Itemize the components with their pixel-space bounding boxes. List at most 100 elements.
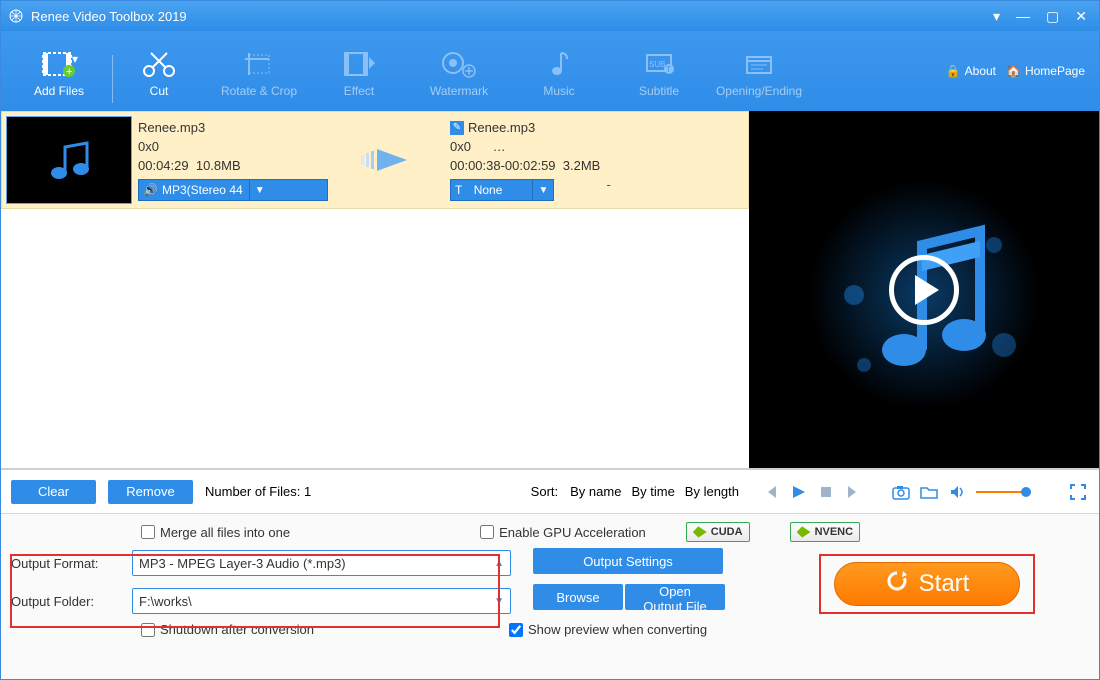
show-preview-checkbox[interactable]: Show preview when converting <box>509 622 707 637</box>
output-settings-button[interactable]: Output Settings <box>533 548 723 574</box>
subtitle-button[interactable]: SUBT Subtitle <box>609 33 709 109</box>
watermark-label: Watermark <box>430 84 488 98</box>
text-icon: T <box>455 183 462 197</box>
subtitle-icon: SUBT <box>639 44 679 84</box>
chevron-down-icon: ▼ <box>533 185 553 196</box>
music-thumb-icon <box>7 117 131 203</box>
audio-format-value: MP3(Stereo 44 <box>162 183 243 197</box>
volume-slider[interactable] <box>976 491 1031 493</box>
add-files-button[interactable]: ▾+ Add Files <box>9 33 109 109</box>
effect-label: Effect <box>344 84 374 98</box>
opening-ending-label: Opening/Ending <box>716 84 802 98</box>
subtitle-select[interactable]: T None ▼ <box>450 179 554 201</box>
fullscreen-button[interactable] <box>1069 484 1087 500</box>
effect-button[interactable]: Effect <box>309 33 409 109</box>
close-button[interactable]: ✕ <box>1075 8 1087 25</box>
audio-format-select[interactable]: 🔊 MP3(Stereo 44 ▼ <box>138 179 328 201</box>
src-filename: Renee.mp3 <box>138 120 328 135</box>
gpu-checkbox[interactable]: Enable GPU Acceleration <box>480 525 646 540</box>
start-button[interactable]: Start <box>834 562 1020 606</box>
music-note-icon <box>539 44 579 84</box>
titlebar: Renee Video Toolbox 2019 ▾ — ▢ ✕ <box>1 1 1099 31</box>
nvidia-icon <box>693 525 707 539</box>
homepage-label: HomePage <box>1025 64 1085 78</box>
crop-icon <box>239 44 279 84</box>
svg-text:SUB: SUB <box>649 60 665 69</box>
nvidia-icon <box>797 525 811 539</box>
minimize-button[interactable]: — <box>1016 8 1030 25</box>
open-output-file-button[interactable]: Open Output File <box>625 584 725 610</box>
sort-label: Sort: <box>531 484 558 499</box>
about-link[interactable]: 🔒 About <box>946 64 996 78</box>
output-panel: Merge all files into one Enable GPU Acce… <box>1 513 1099 679</box>
play-button[interactable] <box>789 484 807 500</box>
about-label: About <box>965 64 996 78</box>
output-folder-select[interactable]: F:\works\ ▼ <box>132 588 511 614</box>
cut-button[interactable]: Cut <box>109 33 209 109</box>
app-title: Renee Video Toolbox 2019 <box>31 9 993 24</box>
output-format-value: MP3 - MPEG Layer-3 Audio (*.mp3) <box>139 556 346 571</box>
app-logo-icon <box>7 7 25 25</box>
music-button[interactable]: Music <box>509 33 609 109</box>
maximize-button[interactable]: ▢ <box>1046 8 1059 25</box>
rotate-crop-button[interactable]: Rotate & Crop <box>209 33 309 109</box>
src-dimensions: 0x0 <box>138 139 328 154</box>
start-label: Start <box>919 570 970 598</box>
subtitle-value: None <box>474 183 503 197</box>
lock-icon: 🔒 <box>946 64 961 78</box>
music-label: Music <box>543 84 574 98</box>
file-list-empty <box>1 209 749 468</box>
clapper-icon <box>739 44 779 84</box>
prev-button[interactable] <box>761 484 779 500</box>
snapshot-button[interactable] <box>892 484 910 500</box>
player-controls <box>749 468 1099 513</box>
src-filesize: 10.8MB <box>196 158 241 173</box>
output-format-select[interactable]: MP3 - MPEG Layer-3 Audio (*.mp3) ▲ <box>132 550 511 576</box>
volume-icon[interactable] <box>948 484 966 500</box>
preview-pane <box>749 111 1099 468</box>
dst-filename: Renee.mp3 <box>468 120 535 135</box>
refresh-icon <box>885 569 909 600</box>
next-button[interactable] <box>845 484 863 500</box>
remove-button[interactable]: Remove <box>108 480 193 504</box>
shutdown-checkbox[interactable]: Shutdown after conversion <box>141 622 314 637</box>
watermark-button[interactable]: Watermark <box>409 33 509 109</box>
file-count: Number of Files: 1 <box>205 484 311 499</box>
convert-arrow-icon <box>334 116 444 204</box>
edit-icon[interactable]: ✎ <box>450 121 464 135</box>
sort-by-length[interactable]: By length <box>685 484 739 499</box>
output-folder-label: Output Folder: <box>11 594 126 609</box>
film-add-icon: ▾+ <box>39 44 79 84</box>
cuda-badge: CUDA <box>686 522 750 542</box>
show-preview-label: Show preview when converting <box>528 622 707 637</box>
main-toolbar: ▾+ Add Files Cut Rotate & Crop Effect <box>1 31 1099 111</box>
rotate-crop-label: Rotate & Crop <box>221 84 297 98</box>
subtitle-label: Subtitle <box>639 84 679 98</box>
browse-button[interactable]: Browse <box>533 584 623 610</box>
output-folder-value: F:\works\ <box>139 594 192 609</box>
merge-label: Merge all files into one <box>160 525 290 540</box>
menu-drop-icon[interactable]: ▾ <box>993 8 1000 25</box>
stop-button[interactable] <box>817 485 835 499</box>
clear-button[interactable]: Clear <box>11 480 96 504</box>
open-folder-button[interactable] <box>920 484 938 500</box>
sort-by-name[interactable]: By name <box>570 484 621 499</box>
play-overlay-button[interactable] <box>889 255 959 325</box>
file-row[interactable]: Renee.mp3 0x0 00:04:29 10.8MB 🔊MP3(Stere… <box>1 111 749 209</box>
homepage-link[interactable]: 🏠 HomePage <box>1006 64 1085 78</box>
opening-ending-button[interactable]: Opening/Ending <box>709 33 809 109</box>
dst-filesize: 3.2MB <box>563 158 601 173</box>
sort-by-time[interactable]: By time <box>631 484 674 499</box>
nvenc-badge: NVENC <box>790 522 861 542</box>
chevron-down-icon: ▼ <box>250 185 270 196</box>
chevron-up-icon: ▲ <box>494 558 504 569</box>
svg-text:▾: ▾ <box>72 52 78 66</box>
dst-range: 00:00:38-00:02:59 <box>450 158 556 173</box>
svg-text:+: + <box>66 66 72 78</box>
speaker-icon: 🔊 <box>143 183 158 197</box>
merge-checkbox[interactable]: Merge all files into one <box>141 525 290 540</box>
output-format-label: Output Format: <box>11 556 126 571</box>
chevron-down-icon: ▼ <box>494 596 504 607</box>
file-thumbnail[interactable] <box>6 116 132 204</box>
watermark-icon <box>439 44 479 84</box>
